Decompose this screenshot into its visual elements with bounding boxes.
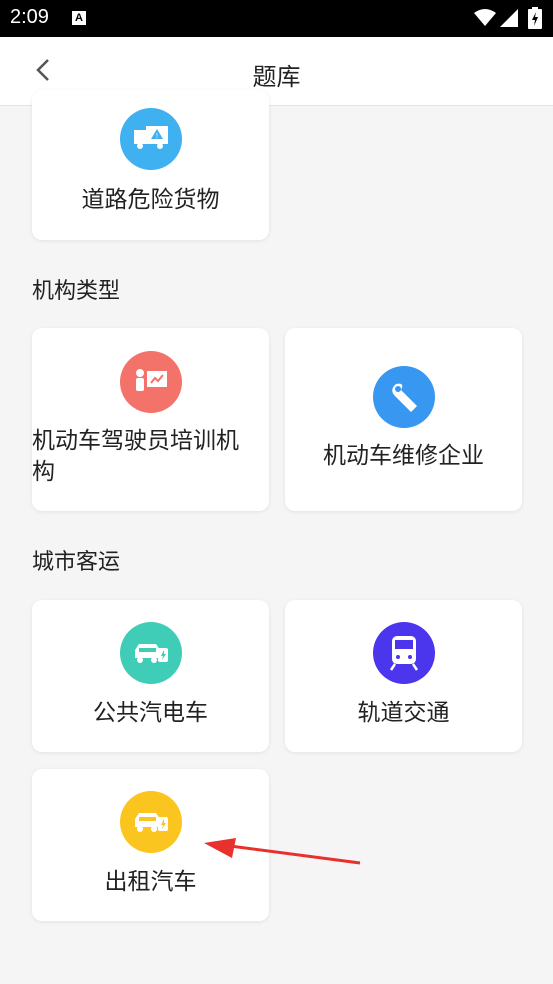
- section-title-urban-transit: 城市客运: [32, 550, 121, 575]
- hazard-truck-icon: !: [119, 108, 182, 170]
- wifi-icon: [474, 9, 496, 26]
- electric-car-icon: [119, 791, 182, 853]
- category-label: 机动车驾驶员培训机构: [32, 428, 239, 485]
- train-icon: [372, 622, 435, 684]
- annotation-arrow-icon: [204, 838, 361, 865]
- section-title-institution-type: 机构类型: [32, 279, 121, 304]
- category-label: 出租汽车: [104, 869, 197, 895]
- category-label: 道路危险货物: [81, 187, 220, 213]
- category-card-bus[interactable]: 公共汽电车: [32, 600, 269, 752]
- page-title: 题库: [252, 63, 301, 91]
- category-card-vehicle-repair[interactable]: 机动车维修企业: [285, 328, 522, 511]
- a-notification-icon: A: [72, 11, 86, 25]
- category-card-rail-transit[interactable]: 轨道交通: [285, 600, 522, 752]
- category-card-road-hazard[interactable]: ! 道路危险货物: [32, 90, 269, 240]
- status-bar: 2:09 A: [0, 0, 553, 37]
- signal-icon: [500, 9, 518, 27]
- wrench-icon: [372, 366, 435, 428]
- instructor-icon: [119, 351, 182, 413]
- category-card-driver-training[interactable]: 机动车驾驶员培训机构: [32, 328, 269, 511]
- svg-text:!: !: [156, 133, 158, 140]
- status-time: 2:09: [10, 6, 49, 28]
- category-label: 机动车维修企业: [323, 443, 484, 469]
- electric-car-icon: [119, 622, 182, 684]
- category-label: 公共汽电车: [93, 700, 208, 726]
- category-label: 轨道交通: [357, 700, 450, 726]
- battery-icon: [528, 7, 542, 29]
